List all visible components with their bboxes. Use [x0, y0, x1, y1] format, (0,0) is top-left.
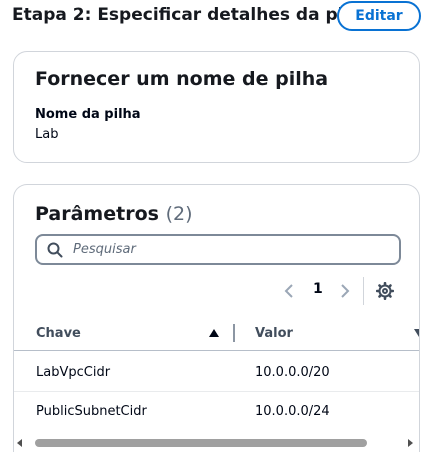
gear-icon[interactable]	[376, 282, 394, 300]
pagination: 1	[279, 277, 409, 305]
stack-name-value: Lab	[35, 127, 59, 142]
column-header-key[interactable]: Chave	[36, 326, 81, 341]
column-resizer[interactable]	[233, 324, 235, 342]
search-box[interactable]	[35, 234, 401, 265]
sort-descending-icon[interactable]	[414, 329, 420, 337]
horizontal-scrollbar[interactable]	[13, 436, 420, 450]
step-title: Etapa 2: Especificar detalhes da pilha	[12, 5, 373, 25]
column-header-value[interactable]: Valor	[255, 326, 293, 341]
cell-value: 10.0.0.0/24	[255, 404, 330, 419]
stack-name-card: Fornecer um nome de pilha Nome da pilha …	[13, 51, 420, 163]
table-header: Chave Valor	[14, 315, 420, 351]
scrollbar-thumb[interactable]	[35, 439, 367, 447]
cell-key: LabVpcCidr	[36, 365, 111, 380]
chevron-left-icon[interactable]	[281, 283, 297, 299]
search-icon	[47, 242, 63, 257]
cell-value: 10.0.0.0/20	[255, 365, 330, 380]
sort-ascending-icon[interactable]	[209, 329, 219, 337]
table-row: LabVpcCidr 10.0.0.0/20	[14, 353, 419, 392]
page-number[interactable]: 1	[313, 281, 323, 297]
stack-name-heading: Fornecer um nome de pilha	[35, 68, 329, 90]
search-input[interactable]	[73, 242, 399, 257]
cell-key: PublicSubnetCidr	[36, 404, 147, 419]
step-header: Etapa 2: Especificar detalhes da pilha E…	[12, 0, 432, 32]
parameters-title: Parâmetros	[35, 203, 159, 225]
chevron-right-icon[interactable]	[337, 283, 353, 299]
scroll-right-icon[interactable]	[405, 438, 415, 448]
parameters-card: Parâmetros (2) 1	[13, 184, 420, 452]
edit-button[interactable]: Editar	[337, 1, 421, 31]
stack-name-label: Nome da pilha	[35, 107, 141, 122]
parameters-count: (2)	[165, 203, 193, 225]
table-row: PublicSubnetCidr 10.0.0.0/24	[14, 392, 419, 431]
scroll-left-icon[interactable]	[15, 438, 25, 448]
pagination-divider	[363, 277, 364, 305]
parameters-heading: Parâmetros (2)	[35, 203, 192, 225]
